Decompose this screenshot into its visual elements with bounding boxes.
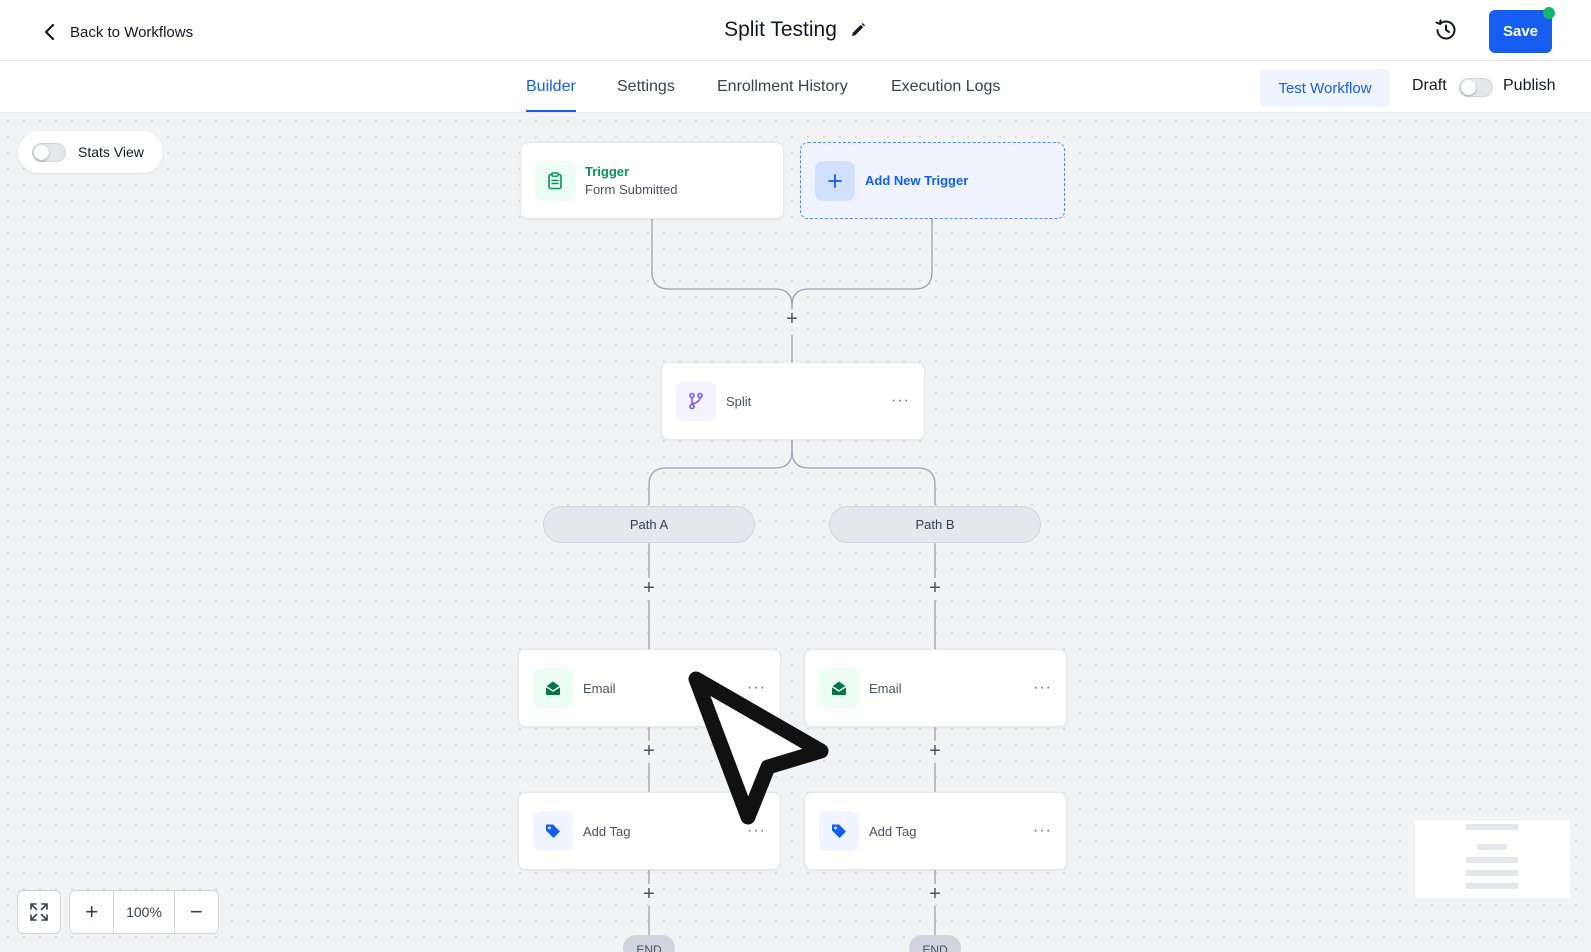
add-tag-label: Add Tag — [869, 823, 917, 839]
minimap[interactable] — [1414, 819, 1571, 899]
path-b-pill[interactable]: Path B — [829, 506, 1041, 543]
pencil-icon[interactable] — [849, 21, 867, 39]
add-step-button[interactable]: + — [925, 884, 945, 904]
tab-settings[interactable]: Settings — [617, 61, 675, 112]
unsaved-indicator-dot — [1543, 7, 1555, 19]
draft-label: Draft — [1412, 77, 1447, 94]
stats-view-label: Stats View — [78, 144, 144, 160]
history-clock-icon[interactable] — [1433, 17, 1459, 43]
mouse-cursor-icon — [688, 671, 829, 825]
chevron-left-icon — [44, 23, 55, 41]
git-branch-icon — [676, 381, 716, 421]
workflow-canvas[interactable]: Stats View Trigger Form Submitted Add Ne… — [0, 113, 1591, 952]
path-a-label: Path A — [629, 517, 669, 532]
end-pill: END — [623, 935, 675, 952]
add-step-button[interactable]: + — [925, 578, 945, 598]
add-step-button[interactable]: + — [639, 741, 659, 761]
add-step-button[interactable]: + — [639, 578, 659, 598]
tab-enrollment-history[interactable]: Enrollment History — [717, 61, 848, 112]
add-new-trigger-label: Add New Trigger — [865, 173, 969, 188]
add-step-button[interactable]: + — [782, 309, 802, 329]
more-options-icon[interactable]: ··· — [1033, 680, 1052, 696]
more-options-icon[interactable]: ··· — [1033, 823, 1052, 839]
trigger-subtitle: Form Submitted — [585, 182, 678, 197]
back-label: Back to Workflows — [70, 23, 194, 41]
trigger-node[interactable]: Trigger Form Submitted — [520, 142, 784, 219]
test-workflow-button[interactable]: Test Workflow — [1260, 69, 1390, 107]
split-node[interactable]: Split ··· — [661, 362, 925, 440]
tab-execution-logs[interactable]: Execution Logs — [891, 61, 1000, 112]
add-tag-label: Add Tag — [583, 823, 631, 839]
zoom-out-button[interactable]: − — [175, 891, 218, 933]
zoom-controls: + 100% − — [69, 890, 219, 934]
zoom-in-button[interactable]: + — [70, 891, 113, 933]
email-label: Email — [869, 680, 902, 696]
expand-icon — [30, 903, 48, 921]
tag-icon — [533, 811, 573, 851]
fit-to-screen-button[interactable] — [17, 890, 61, 934]
clipboard-icon — [535, 160, 575, 201]
publish-label: Publish — [1503, 77, 1556, 94]
end-pill: END — [909, 935, 961, 952]
add-step-button[interactable]: + — [925, 741, 945, 761]
path-b-label: Path B — [915, 517, 955, 532]
email-node-path-b[interactable]: Email ··· — [804, 649, 1067, 727]
envelope-open-icon — [533, 668, 573, 708]
split-label: Split — [726, 393, 752, 409]
tab-builder[interactable]: Builder — [526, 61, 576, 112]
tab-bar: Builder Settings Enrollment History Exec… — [0, 61, 1591, 113]
zoom-level: 100% — [113, 891, 175, 933]
add-new-trigger-button[interactable]: Add New Trigger — [800, 142, 1065, 219]
save-button[interactable]: Save — [1489, 10, 1552, 53]
top-header: Back to Workflows Split Testing Save — [0, 0, 1591, 61]
email-label: Email — [583, 680, 616, 696]
workflow-title[interactable]: Split Testing — [724, 18, 837, 42]
trigger-title: Trigger — [585, 164, 630, 179]
stats-view-control: Stats View — [18, 131, 163, 173]
publish-toggle[interactable] — [1459, 78, 1493, 97]
add-step-button[interactable]: + — [639, 884, 659, 904]
stats-view-toggle[interactable] — [32, 142, 66, 162]
path-a-pill[interactable]: Path A — [543, 506, 755, 543]
more-options-icon[interactable]: ··· — [891, 393, 910, 409]
back-to-workflows-link[interactable]: Back to Workflows — [40, 18, 193, 46]
add-tag-node-path-b[interactable]: Add Tag ··· — [804, 792, 1067, 870]
plus-icon — [815, 160, 855, 201]
